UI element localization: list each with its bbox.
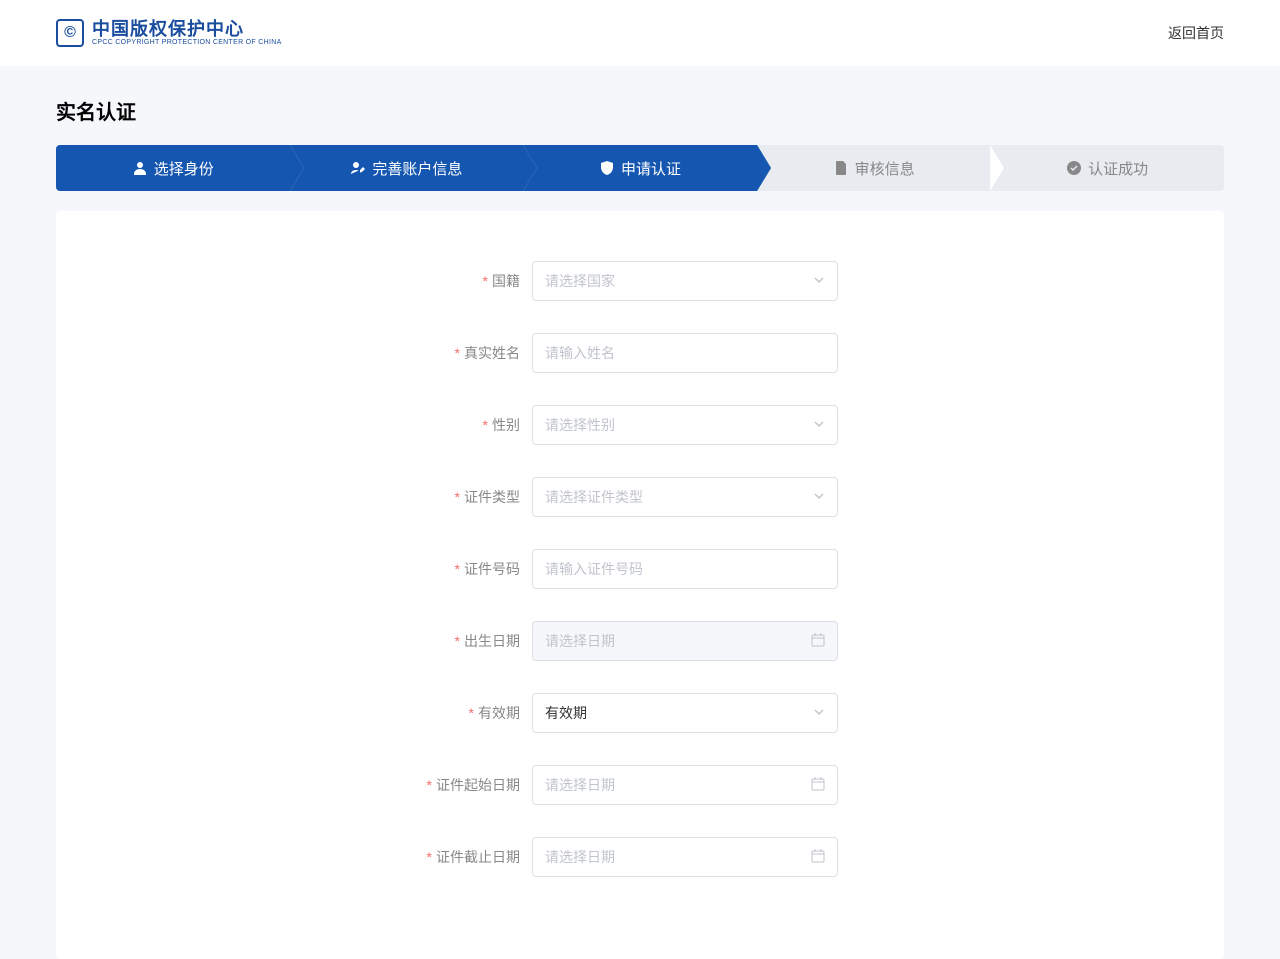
page-title: 实名认证 [56, 66, 1224, 145]
chevron-down-icon [813, 273, 825, 289]
step-bar: 选择身份 完善账户信息 申请认证 审核信息 认证成功 [56, 145, 1224, 191]
step-account: 完善账户信息 [290, 145, 524, 191]
id-number-input[interactable] [545, 561, 825, 577]
row-id-type: *证件类型 请选择证件类型 [56, 477, 1224, 517]
label-nationality: *国籍 [56, 271, 532, 291]
logo-icon: © [56, 19, 84, 47]
logo[interactable]: © 中国版权保护中心 CPCC COPYRIGHT PROTECTION CEN… [56, 19, 282, 47]
real-name-input-wrap [532, 333, 838, 373]
step-apply: 申请认证 [523, 145, 757, 191]
person-edit-icon [350, 160, 366, 176]
check-icon [1066, 160, 1082, 176]
chevron-down-icon [813, 705, 825, 721]
id-end-date-input[interactable]: 请选择日期 [532, 837, 838, 877]
step-review: 审核信息 [757, 145, 991, 191]
row-id-end-date: *证件截止日期 请选择日期 [56, 837, 1224, 877]
row-id-start-date: *证件起始日期 请选择日期 [56, 765, 1224, 805]
step-identity: 选择身份 [56, 145, 290, 191]
step-label: 审核信息 [855, 158, 915, 179]
label-id-start-date: *证件起始日期 [56, 775, 532, 795]
row-real-name: *真实姓名 [56, 333, 1224, 373]
label-id-type: *证件类型 [56, 487, 532, 507]
calendar-icon [811, 777, 825, 794]
step-label: 认证成功 [1088, 158, 1148, 179]
row-id-number: *证件号码 [56, 549, 1224, 589]
gender-select[interactable]: 请选择性别 [532, 405, 838, 445]
row-nationality: *国籍 请选择国家 [56, 261, 1224, 301]
logo-cn-text: 中国版权保护中心 [92, 20, 282, 40]
calendar-icon [811, 633, 825, 650]
label-birth-date: *出生日期 [56, 631, 532, 651]
step-success: 认证成功 [990, 145, 1224, 191]
row-validity: *有效期 有效期 [56, 693, 1224, 733]
step-label: 选择身份 [154, 158, 214, 179]
row-gender: *性别 请选择性别 [56, 405, 1224, 445]
birth-date-input[interactable]: 请选择日期 [532, 621, 838, 661]
logo-en-text: CPCC COPYRIGHT PROTECTION CENTER OF CHIN… [92, 39, 282, 46]
id-type-select[interactable]: 请选择证件类型 [532, 477, 838, 517]
row-birth-date: *出生日期 请选择日期 [56, 621, 1224, 661]
nationality-select[interactable]: 请选择国家 [532, 261, 838, 301]
label-gender: *性别 [56, 415, 532, 435]
label-id-number: *证件号码 [56, 559, 532, 579]
validity-select[interactable]: 有效期 [532, 693, 838, 733]
home-link[interactable]: 返回首页 [1168, 23, 1224, 43]
label-id-end-date: *证件截止日期 [56, 847, 532, 867]
label-validity: *有效期 [56, 703, 532, 723]
shield-icon [599, 160, 615, 176]
label-real-name: *真实姓名 [56, 343, 532, 363]
id-start-date-input[interactable]: 请选择日期 [532, 765, 838, 805]
chevron-down-icon [813, 489, 825, 505]
real-name-input[interactable] [545, 345, 825, 361]
step-label: 申请认证 [621, 158, 681, 179]
step-label: 完善账户信息 [372, 158, 462, 179]
chevron-down-icon [813, 417, 825, 433]
document-icon [833, 160, 849, 176]
calendar-icon [811, 849, 825, 866]
id-number-input-wrap [532, 549, 838, 589]
form-card: *国籍 请选择国家 *真实姓名 *性别 请选择性别 [56, 211, 1224, 959]
person-icon [132, 160, 148, 176]
header: © 中国版权保护中心 CPCC COPYRIGHT PROTECTION CEN… [0, 0, 1280, 66]
